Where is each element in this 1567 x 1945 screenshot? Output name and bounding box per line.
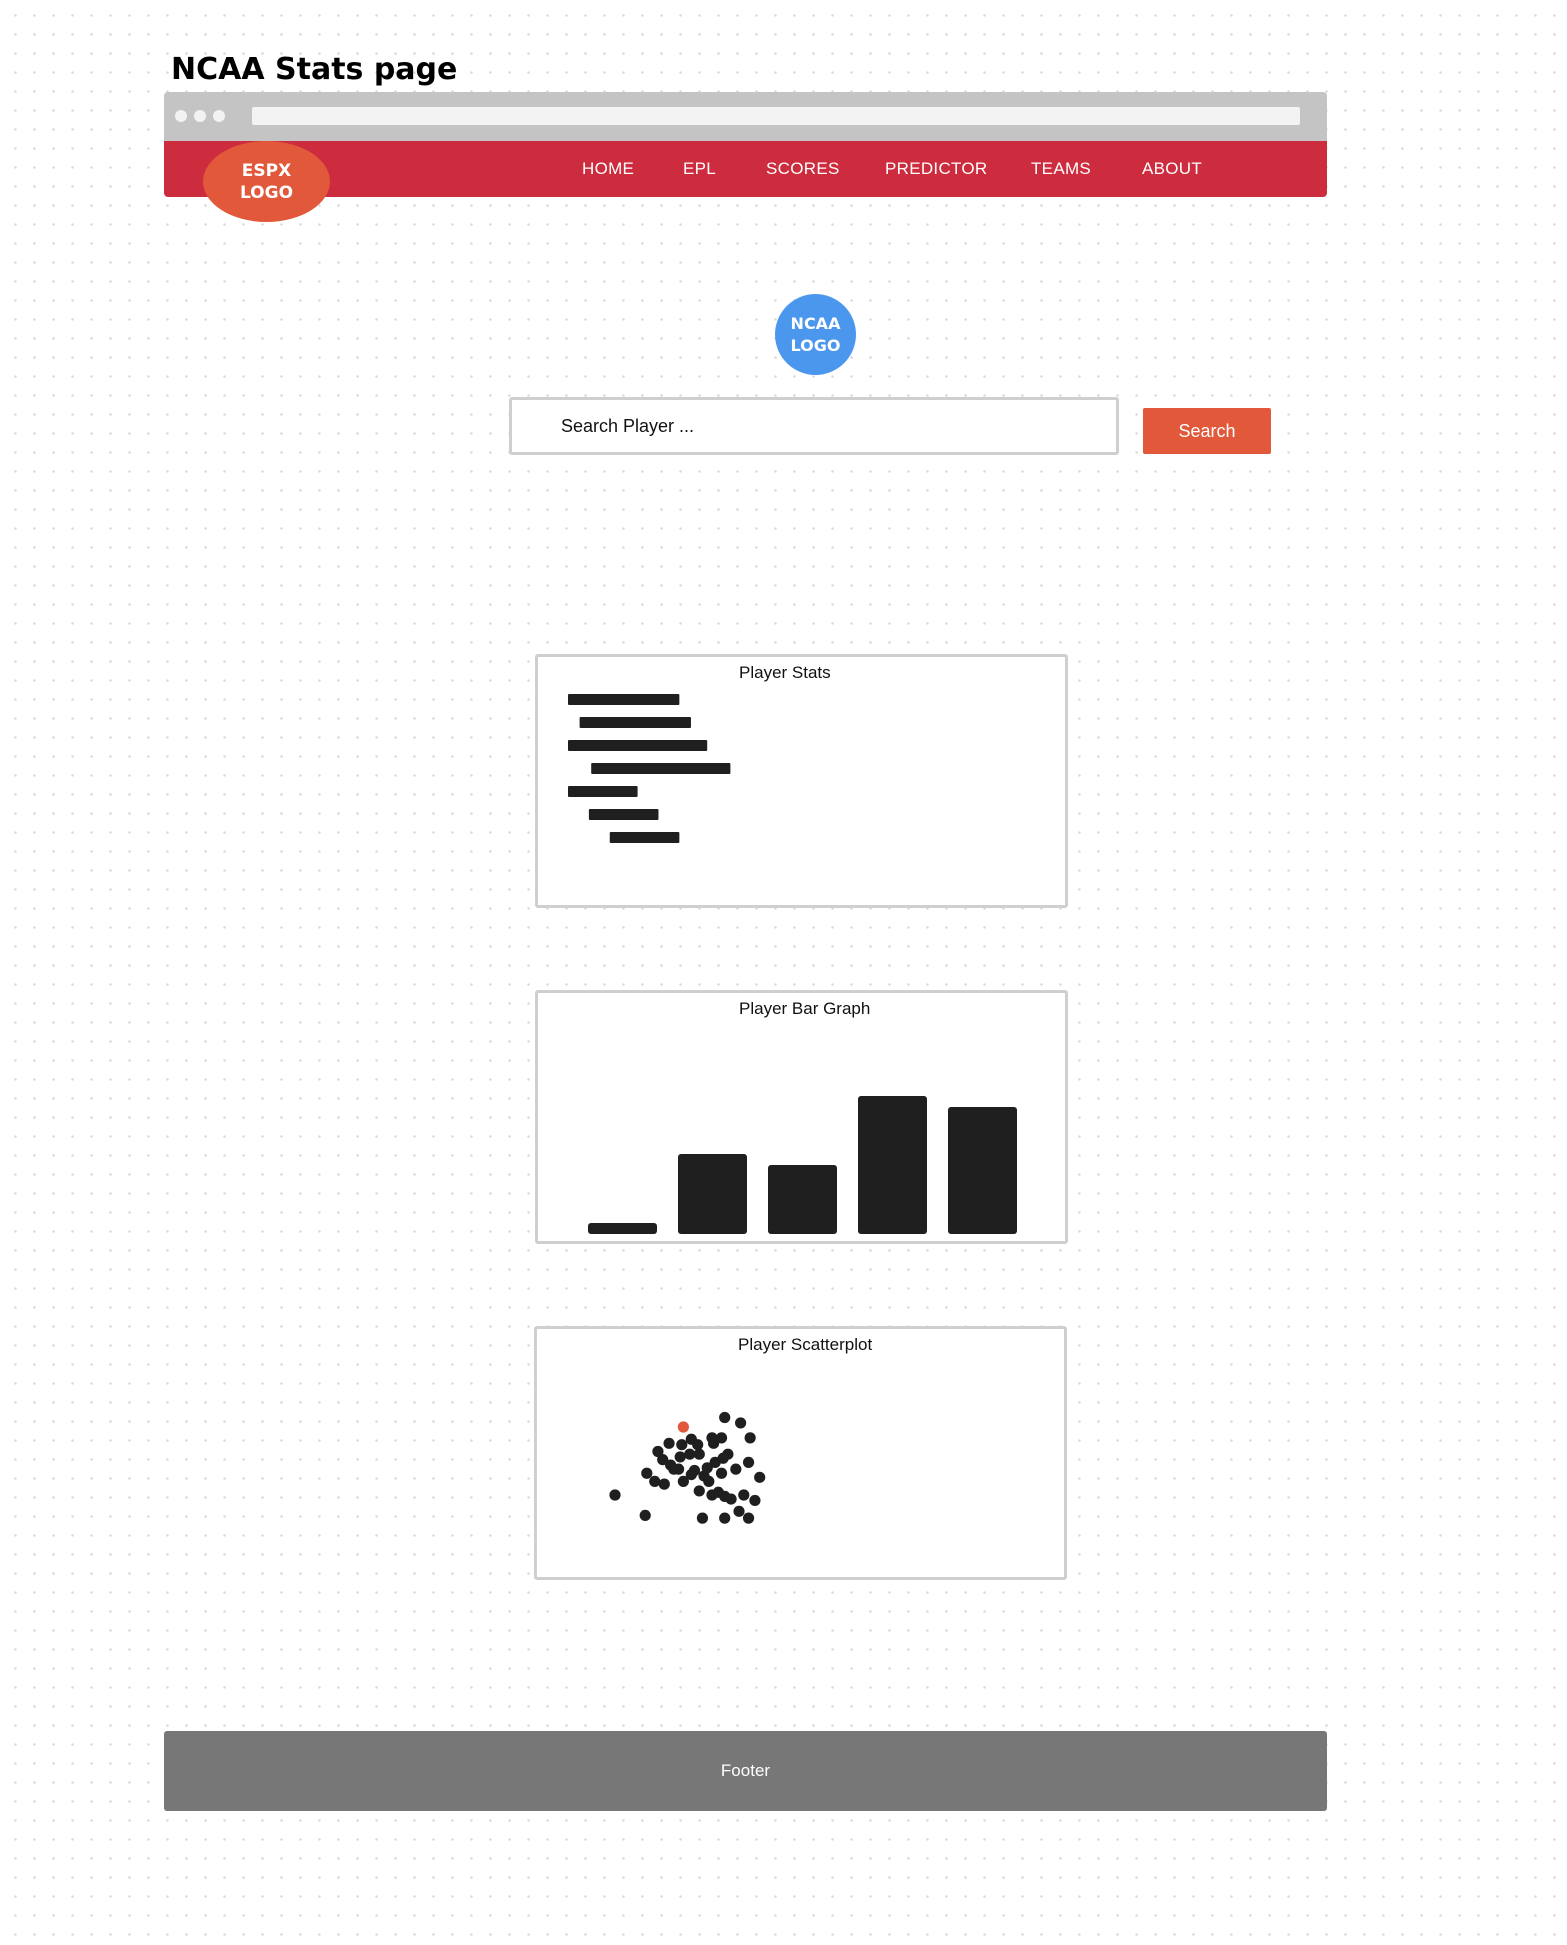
scatter-point <box>684 1448 696 1460</box>
bar <box>768 1165 837 1234</box>
player-scatterplot-chart <box>609 1411 766 1524</box>
scatter-point <box>715 1467 728 1479</box>
scatter-point <box>730 1463 742 1475</box>
scatter-point <box>693 1485 705 1497</box>
scatter-point <box>676 1439 688 1451</box>
player-stats-chart <box>568 694 731 843</box>
scatter-point <box>715 1432 728 1444</box>
window-dot-icon <box>213 110 225 122</box>
nav-scores[interactable]: SCORES <box>766 159 840 179</box>
stat-line-bar <box>591 763 731 774</box>
scatter-point <box>722 1448 734 1460</box>
scatter-point <box>744 1432 756 1444</box>
bar <box>588 1222 657 1234</box>
scatter-point <box>733 1505 745 1517</box>
highlighted-scatter-point <box>677 1421 689 1433</box>
nav-predictor[interactable]: PREDICTOR <box>885 159 988 179</box>
scatter-point <box>693 1448 705 1460</box>
page-title: NCAA Stats page <box>171 52 458 87</box>
window-dot-icon <box>175 110 187 122</box>
scatter-point <box>652 1445 664 1458</box>
stat-line-bar <box>609 832 680 843</box>
scatter-point <box>663 1437 675 1449</box>
nav-epl[interactable]: EPL <box>683 159 716 179</box>
scatter-point <box>685 1433 697 1445</box>
scatter-point <box>639 1509 651 1521</box>
scatter-point <box>641 1467 653 1479</box>
search-player-input[interactable] <box>509 397 1119 455</box>
scatter-point <box>696 1512 709 1524</box>
nav-teams[interactable]: TEAMS <box>1031 159 1091 179</box>
player-bar-graph-chart <box>588 1096 1017 1234</box>
scatter-point <box>735 1417 747 1429</box>
stat-line-bar <box>568 694 680 705</box>
scatter-point <box>703 1475 715 1487</box>
search-button[interactable]: Search <box>1143 408 1271 454</box>
bar <box>678 1153 747 1234</box>
scatter-point <box>719 1512 731 1524</box>
scatter-point <box>674 1451 686 1463</box>
window-dot-icon <box>194 110 206 122</box>
scatter-point <box>754 1471 766 1483</box>
nav-home[interactable]: HOME <box>582 159 634 179</box>
stat-line-bar <box>588 809 659 820</box>
nav-about[interactable]: ABOUT <box>1142 159 1202 179</box>
scatter-point <box>658 1478 670 1490</box>
ncaa-logo: NCAA LOGO <box>775 294 856 375</box>
scatter-point <box>609 1489 621 1501</box>
espx-logo[interactable]: ESPX LOGO <box>203 141 330 222</box>
scatter-point <box>738 1489 750 1501</box>
scatter-point <box>706 1432 718 1444</box>
player-bar-graph-panel: Player Bar Graph <box>535 990 1068 1244</box>
stat-line-bar <box>568 786 638 797</box>
scatter-point <box>749 1494 761 1507</box>
scatter-point <box>688 1464 701 1477</box>
address-bar[interactable] <box>252 107 1300 125</box>
scatter-point <box>649 1475 661 1487</box>
stat-line-bar <box>579 717 691 728</box>
browser-chrome <box>164 92 1327 141</box>
scatter-point <box>673 1463 685 1475</box>
player-scatterplot-panel: Player Scatterplot <box>534 1326 1067 1580</box>
bar <box>858 1096 927 1234</box>
scatter-point <box>742 1456 755 1468</box>
scatter-point <box>742 1512 755 1524</box>
scatter-point <box>725 1493 737 1505</box>
player-stats-panel: Player Stats <box>535 654 1068 908</box>
stat-line-bar <box>568 740 708 751</box>
footer: Footer <box>164 1731 1327 1811</box>
bar <box>948 1107 1017 1234</box>
scatter-point <box>719 1411 731 1424</box>
